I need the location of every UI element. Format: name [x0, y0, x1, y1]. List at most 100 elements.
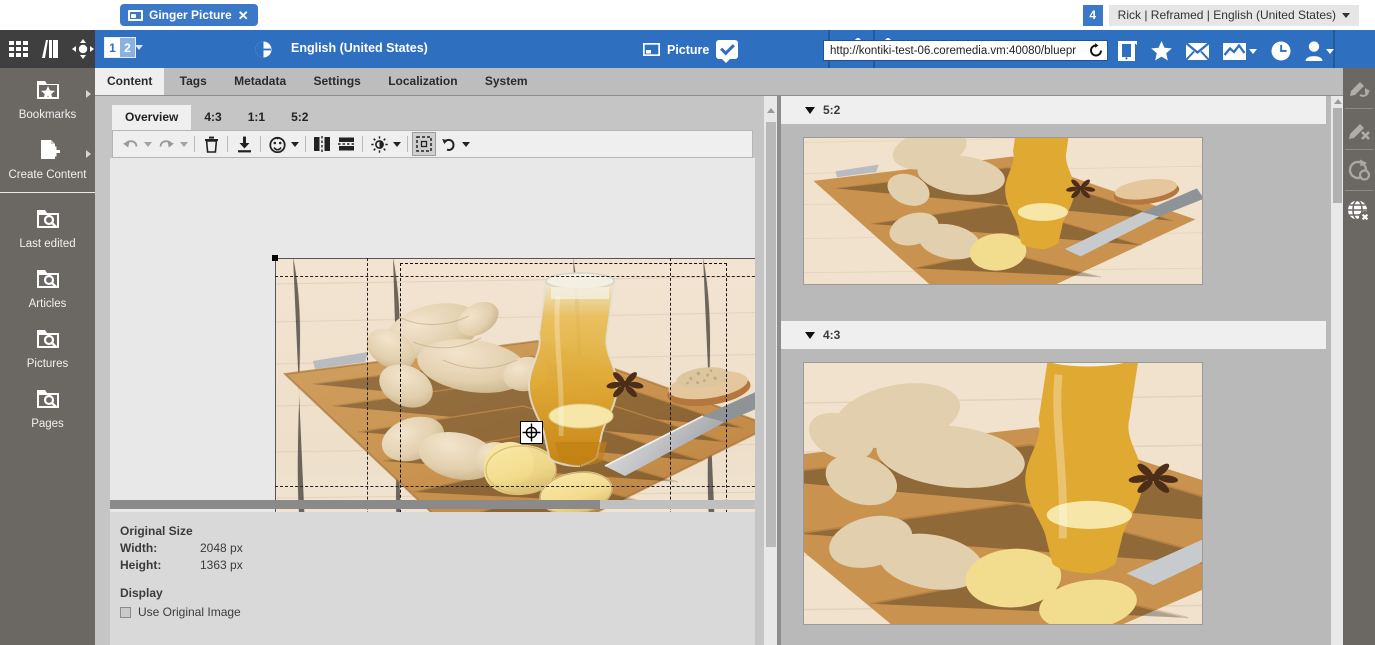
sidebar-item-label: Articles — [28, 298, 67, 310]
width-value: 2048 px — [200, 541, 243, 555]
preview-image-5-2 — [803, 137, 1203, 285]
content-type-group: Picture — [643, 40, 739, 63]
crosshair-target-icon[interactable] — [520, 421, 543, 444]
version-dropdown-chevron-down-icon[interactable] — [135, 45, 143, 50]
reload-icon[interactable] — [1089, 43, 1103, 58]
sidebar-item-label: Pictures — [26, 358, 69, 370]
preview-section-header-5-2[interactable]: 5:2 — [781, 96, 1326, 124]
library-icon[interactable] — [38, 36, 63, 62]
redo-icon[interactable] — [154, 132, 178, 156]
sidebar-item-articles[interactable]: Articles — [0, 257, 95, 317]
crop-frame-icon[interactable] — [412, 132, 436, 156]
scroll-up-arrow-icon[interactable] — [767, 108, 775, 113]
width-row: Width: 2048 px — [120, 541, 755, 555]
sidebar-item-pictures[interactable]: Pictures — [0, 317, 95, 377]
toolbar-separator — [362, 136, 363, 152]
notification-badge[interactable]: 4 — [1082, 4, 1103, 26]
original-size-heading: Original Size — [120, 524, 193, 538]
image-editor-pane: Overview 4:3 1:1 5:2 Original Size Width… — [95, 96, 779, 645]
publish-withdraw-icon[interactable] — [1343, 150, 1375, 190]
undo-icon[interactable] — [118, 132, 142, 156]
height-row: Height: 1363 px — [120, 558, 755, 572]
preview-url-field[interactable]: http://kontiki-test-06.coremedia.vm:4008… — [823, 40, 1108, 61]
right-rail-header — [1343, 30, 1375, 68]
rotate-dropdown-chevron-down-icon[interactable] — [460, 132, 472, 156]
width-label: Width: — [120, 541, 158, 555]
app-icon-rail — [0, 30, 95, 68]
application-window: Ginger Picture ✕ 4 Rick | Reframed | Eng… — [0, 0, 1375, 645]
undo-dropdown-chevron-down-icon[interactable] — [142, 132, 154, 156]
device-preview-icon[interactable] — [1118, 41, 1137, 61]
use-original-image-label: Use Original Image — [138, 605, 241, 619]
crop-tab-overview[interactable]: Overview — [112, 105, 192, 130]
collapse-triangle-icon[interactable] — [805, 331, 815, 339]
tab-content[interactable]: Content — [95, 68, 165, 95]
flip-vertical-icon[interactable] — [334, 132, 358, 156]
apps-grid-icon[interactable] — [6, 36, 31, 62]
scroll-up-arrow-icon[interactable] — [1334, 99, 1342, 104]
tab-system[interactable]: System — [473, 68, 540, 95]
sidebar-item-create-content[interactable]: Create Content — [0, 128, 95, 188]
rotate-icon[interactable] — [436, 132, 460, 156]
close-icon[interactable]: ✕ — [238, 9, 249, 22]
drag-move-icon[interactable] — [70, 36, 95, 62]
tab-settings[interactable]: Settings — [302, 68, 373, 95]
sidebar-item-bookmarks[interactable]: Bookmarks — [0, 68, 95, 128]
mail-icon[interactable] — [1186, 42, 1209, 60]
crop-ratio-tabs: Overview 4:3 1:1 5:2 — [112, 105, 321, 130]
sidebar-item-label: Pages — [31, 418, 64, 430]
user-area: 4 Rick | Reframed | English (United Stat… — [1082, 4, 1359, 26]
check-out-icon[interactable] — [1343, 109, 1375, 149]
crop-tab-5-2[interactable]: 5:2 — [278, 105, 321, 130]
scrollbar-thumb[interactable] — [110, 500, 600, 509]
sidebar-item-label: Bookmarks — [18, 109, 77, 121]
collapse-triangle-icon[interactable] — [805, 106, 815, 114]
user-menu[interactable]: Rick | Reframed | English (United States… — [1108, 4, 1359, 26]
scrollbar-thumb[interactable] — [766, 122, 776, 547]
folder-search-icon — [33, 326, 63, 352]
document-tab-ginger-picture[interactable]: Ginger Picture ✕ — [120, 4, 258, 26]
user-account-icon[interactable] — [1305, 41, 1334, 61]
tab-metadata[interactable]: Metadata — [222, 68, 298, 95]
favorite-star-icon[interactable] — [1151, 41, 1172, 61]
brightness-dropdown-chevron-down-icon[interactable] — [391, 132, 403, 156]
version-selector[interactable]: 1 2 — [104, 37, 136, 58]
language-label: English (United States) — [291, 41, 428, 55]
use-original-image-checkbox-row[interactable]: Use Original Image — [120, 605, 755, 619]
tab-localization[interactable]: Localization — [376, 68, 469, 95]
chevron-right-icon — [86, 90, 91, 98]
right-action-rail — [1343, 68, 1375, 645]
crop-tab-1-1[interactable]: 1:1 — [235, 105, 278, 130]
brightness-icon[interactable] — [367, 132, 391, 156]
delete-trash-icon[interactable] — [199, 132, 223, 156]
editor-vertical-scrollbar[interactable] — [764, 96, 777, 645]
globe-withdraw-icon[interactable] — [1343, 191, 1375, 231]
flip-horizontal-icon[interactable] — [310, 132, 334, 156]
folder-search-icon — [33, 266, 63, 292]
check-in-icon[interactable] — [1343, 68, 1375, 108]
preview-section-header-4-3[interactable]: 4:3 — [781, 321, 1326, 349]
crop-tab-4-3[interactable]: 4:3 — [191, 105, 234, 130]
version-next[interactable]: 2 — [120, 38, 135, 57]
approved-check-icon[interactable] — [716, 40, 739, 63]
preview-url-value: http://kontiki-test-06.coremedia.vm:4008… — [830, 44, 1077, 57]
sidebar-item-last-edited[interactable]: Last edited — [0, 197, 95, 257]
tab-tags[interactable]: Tags — [168, 68, 219, 95]
canvas-horizontal-scrollbar[interactable] — [110, 500, 755, 509]
history-clock-icon[interactable] — [1271, 41, 1291, 61]
scrollbar-thumb[interactable] — [1333, 108, 1342, 203]
top-strip: Ginger Picture ✕ 4 Rick | Reframed | Eng… — [0, 0, 1375, 30]
crop-handle-top-left[interactable] — [272, 255, 278, 261]
picture-icon — [643, 43, 660, 56]
color-adjust-dropdown-chevron-down-icon[interactable] — [289, 132, 301, 156]
analytics-chart-icon[interactable] — [1223, 42, 1257, 60]
checkbox-icon[interactable] — [120, 606, 131, 618]
preview-vertical-scrollbar[interactable] — [1331, 96, 1343, 645]
redo-dropdown-chevron-down-icon[interactable] — [178, 132, 190, 156]
color-adjust-icon[interactable] — [265, 132, 289, 156]
height-label: Height: — [120, 558, 162, 572]
chevron-right-icon — [86, 150, 91, 158]
version-current[interactable]: 1 — [105, 38, 120, 57]
sidebar-item-pages[interactable]: Pages — [0, 377, 95, 437]
download-icon[interactable] — [232, 132, 256, 156]
